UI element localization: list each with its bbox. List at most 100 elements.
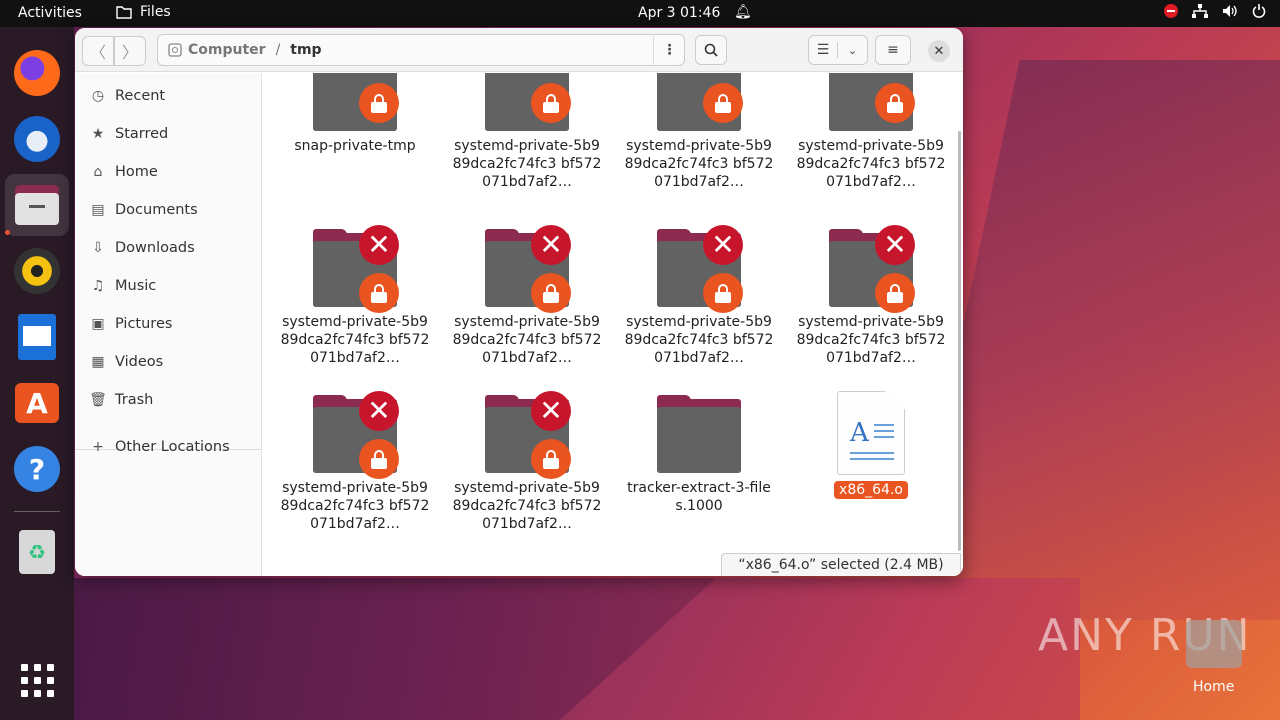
folder-icon: ✕	[657, 225, 743, 313]
sidebar-item-label: Downloads	[115, 240, 195, 256]
error-icon: ✕	[531, 391, 571, 431]
writer-launcher[interactable]	[5, 306, 69, 368]
picture-icon: ▣	[91, 316, 105, 332]
error-icon: ✕	[875, 225, 915, 265]
firefox-launcher[interactable]	[5, 42, 69, 104]
sidebar-item-trash[interactable]: 🗑︎ Trash	[75, 383, 262, 417]
thunderbird-launcher[interactable]	[5, 108, 69, 170]
dock-separator	[14, 511, 60, 512]
file-item[interactable]: snap-private-tmp	[280, 73, 430, 155]
file-item[interactable]: ✕ systemd-private-5b989dca2fc74fc3 bf572…	[280, 225, 430, 367]
lock-icon	[359, 273, 399, 313]
volume-icon	[1223, 5, 1237, 17]
folder-icon: ✕	[829, 225, 915, 313]
lock-icon	[703, 83, 743, 123]
rhythmbox-icon	[14, 248, 60, 294]
file-item[interactable]: systemd-private-5b989dca2fc74fc3 bf57207…	[796, 73, 946, 191]
app-menu-button[interactable]: Files	[116, 4, 171, 20]
folder-icon	[657, 395, 741, 473]
file-item[interactable]: ✕ systemd-private-5b989dca2fc74fc3 bf572…	[452, 225, 602, 367]
back-button[interactable]: 〈	[82, 36, 114, 66]
system-tray[interactable]	[1164, 4, 1266, 18]
desktop-home-label[interactable]: Home	[1193, 679, 1234, 695]
file-item[interactable]: ✕ systemd-private-5b989dca2fc74fc3 bf572…	[624, 225, 774, 367]
sidebar-item-recent[interactable]: ◷ Recent	[75, 79, 262, 113]
dock: A ? ♻	[0, 27, 74, 720]
files-icon	[15, 185, 59, 225]
plus-icon: +	[92, 439, 104, 455]
lock-icon	[703, 273, 743, 313]
file-item-selected[interactable]: A x86_64.o	[796, 391, 946, 499]
sidebar-item-videos[interactable]: ▦ Videos	[75, 345, 262, 379]
lock-icon	[359, 83, 399, 123]
chevron-left-icon: 〈	[89, 43, 106, 62]
stop-icon[interactable]	[1164, 4, 1178, 18]
list-view-icon: ☰	[809, 42, 839, 58]
file-name: systemd-private-5b989dca2fc74fc3 bf57207…	[280, 480, 430, 532]
folder-icon	[485, 73, 571, 131]
clock[interactable]: Apr 3 01:46	[638, 5, 720, 21]
file-name: systemd-private-5b989dca2fc74fc3 bf57207…	[452, 314, 602, 366]
sidebar-item-pictures[interactable]: ▣ Pictures	[75, 307, 262, 341]
path-bar[interactable]: Computer / tmp	[157, 34, 685, 66]
file-grid: snap-private-tmp systemd-private-5b989dc…	[263, 73, 963, 576]
header-bar: 〈 〉 Computer / tmp ⋮ ☰ ⌄ ≡ ✕	[75, 28, 963, 72]
show-apps-button[interactable]	[5, 649, 69, 711]
sidebar-item-home[interactable]: ⌂ Home	[75, 155, 262, 189]
folder-icon	[313, 73, 399, 131]
help-launcher[interactable]: ?	[5, 438, 69, 500]
files-window: 〈 〉 Computer / tmp ⋮ ☰ ⌄ ≡ ✕ ◷ Recent ★ St…	[75, 28, 963, 576]
trash-icon: ♻	[19, 530, 55, 574]
file-name: systemd-private-5b989dca2fc74fc3 bf57207…	[452, 480, 602, 532]
error-icon: ✕	[359, 225, 399, 265]
sidebar-item-other-locations[interactable]: + Other Locations	[75, 430, 262, 464]
file-item[interactable]: tracker-extract-3-files.1000	[624, 395, 774, 515]
path-menu-button[interactable]: ⋮	[653, 34, 685, 66]
scrollbar[interactable]	[958, 131, 961, 551]
path-segment-current[interactable]: tmp	[290, 42, 321, 58]
close-button[interactable]: ✕	[928, 40, 950, 62]
sidebar-item-label: Documents	[115, 202, 198, 218]
music-icon: ♫	[91, 278, 105, 294]
home-folder-icon[interactable]	[1186, 620, 1242, 668]
file-item[interactable]: ✕ systemd-private-5b989dca2fc74fc3 bf572…	[452, 391, 602, 533]
file-item[interactable]: systemd-private-5b989dca2fc74fc3 bf57207…	[452, 73, 602, 191]
folder-icon	[657, 73, 743, 131]
files-launcher[interactable]	[5, 174, 69, 236]
path-segment-computer[interactable]: Computer	[188, 42, 266, 58]
activities-button[interactable]: Activities	[18, 5, 82, 21]
lock-icon	[875, 273, 915, 313]
main-menu-button[interactable]: ≡	[875, 35, 911, 65]
sidebar-item-starred[interactable]: ★ Starred	[75, 117, 262, 151]
sidebar-item-music[interactable]: ♫ Music	[75, 269, 262, 303]
video-icon: ▦	[91, 354, 105, 370]
sidebar-item-downloads[interactable]: ⇩ Downloads	[75, 231, 262, 265]
file-item[interactable]: ✕ systemd-private-5b989dca2fc74fc3 bf572…	[280, 391, 430, 533]
file-name: systemd-private-5b989dca2fc74fc3 bf57207…	[796, 138, 946, 190]
rhythmbox-launcher[interactable]	[5, 240, 69, 302]
text-document-icon: A	[837, 391, 905, 475]
file-item[interactable]: systemd-private-5b989dca2fc74fc3 bf57207…	[624, 73, 774, 191]
search-button[interactable]	[695, 35, 727, 65]
file-name: systemd-private-5b989dca2fc74fc3 bf57207…	[280, 314, 430, 366]
status-overlay: “x86_64.o” selected (2.4 MB)	[721, 553, 961, 576]
lock-icon	[531, 439, 571, 479]
network-icon	[1192, 4, 1208, 18]
chevron-down-icon: ⌄	[847, 43, 858, 57]
sidebar-item-label: Music	[115, 278, 157, 294]
view-toggle-button[interactable]: ☰ ⌄	[808, 35, 868, 65]
forward-button[interactable]: 〉	[114, 36, 146, 66]
file-item[interactable]: ✕ systemd-private-5b989dca2fc74fc3 bf572…	[796, 225, 946, 367]
lock-icon	[531, 273, 571, 313]
bell-icon[interactable]: 🔔︎	[734, 4, 752, 20]
sidebar-item-documents[interactable]: ▤ Documents	[75, 193, 262, 227]
kebab-icon: ⋮	[662, 42, 677, 58]
help-icon: ?	[14, 446, 60, 492]
app-name: Files	[140, 4, 171, 20]
app-center-icon: A	[15, 383, 59, 423]
trash-launcher[interactable]: ♻	[5, 521, 69, 583]
lock-icon	[359, 439, 399, 479]
document-icon: ▤	[91, 202, 105, 218]
hamburger-icon: ≡	[887, 42, 899, 58]
app-center-launcher[interactable]: A	[5, 372, 69, 434]
